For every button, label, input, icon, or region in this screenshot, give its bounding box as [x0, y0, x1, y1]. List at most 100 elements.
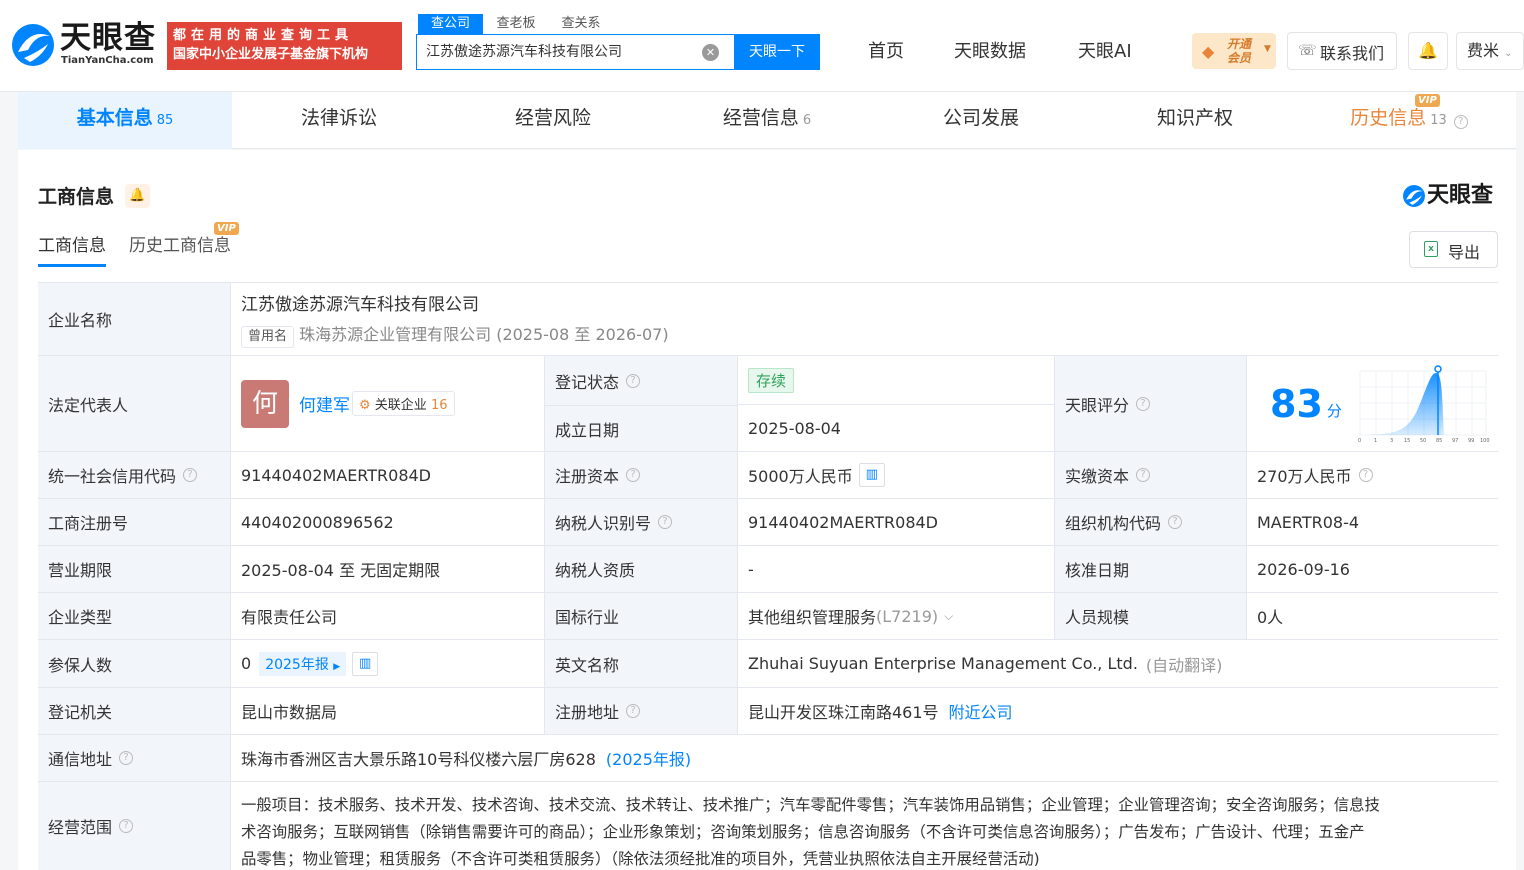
annual-report-link[interactable]: 2025年报 ▶	[259, 651, 347, 676]
search-button[interactable]: 天眼一下	[734, 34, 820, 70]
label-authority: 登记机关	[38, 688, 231, 734]
label-company-name: 企业名称	[38, 283, 231, 355]
bell-icon[interactable]: 🔔	[1408, 32, 1448, 70]
tab-risk[interactable]: 经营风险	[446, 92, 660, 149]
mail-address: 珠海市香洲区吉大景乐路10号科仪楼六层厂房628	[241, 750, 596, 769]
tab-basic-info[interactable]: 基本信息 85	[18, 92, 232, 149]
tianyancha-logo-icon	[1403, 185, 1425, 207]
nav-home[interactable]: 首页	[868, 38, 904, 66]
slogan-line-2: 国家中小企业发展子基金旗下机构	[173, 47, 369, 62]
label-found-date: 成立日期	[545, 405, 738, 452]
caret-down-icon: ▼	[1264, 44, 1271, 54]
company-type: 有限责任公司	[231, 593, 545, 639]
network-icon: ⚙	[359, 398, 371, 413]
auto-translate-note: (自动翻译)	[1145, 655, 1223, 675]
company-name: 江苏傲途苏源汽车科技有限公司	[241, 295, 479, 315]
svg-text:99: 99	[1468, 438, 1474, 443]
table-row: 企业名称 江苏傲途苏源汽车科技有限公司 曾用名 珠海苏源企业管理有限公司 (20…	[38, 282, 1498, 355]
table-row: 法定代表人 何 何建军 ⚙ 关联企业 16 登记状态? 存续 成立日期 2025…	[38, 355, 1498, 452]
label-term: 营业期限	[38, 546, 231, 592]
tab-history[interactable]: 历史信息 13?	[1302, 92, 1516, 149]
taxpayer-qual: -	[738, 546, 1055, 592]
chart-icon[interactable]: ▥	[858, 463, 885, 487]
table-row: 通信地址? 珠海市香洲区吉大景乐路10号科仪楼六层厂房628 (2025年报)	[38, 734, 1498, 781]
industry-dropdown[interactable]: 其他组织管理服务 (L7219) ⌵	[738, 593, 1055, 639]
label-approve-date: 核准日期	[1055, 546, 1247, 592]
logo-domain: TianYanCha.com	[61, 55, 154, 66]
contact-label: 联系我们	[1320, 44, 1385, 63]
table-row: 企业类型 有限责任公司 国标行业 其他组织管理服务 (L7219) ⌵ 人员规模 0…	[38, 592, 1498, 639]
logo-text[interactable]: 天眼查	[60, 20, 156, 56]
reg-no: 440402000896562	[231, 499, 545, 545]
insured-count: 0	[241, 654, 252, 673]
bell-icon[interactable]: 🔔	[125, 184, 150, 208]
label-org-code: 组织机构代码	[1065, 514, 1162, 533]
related-companies-badge[interactable]: ⚙ 关联企业 16	[352, 391, 455, 416]
label-type: 企业类型	[38, 593, 231, 639]
slogan-line-1: 都在用的商业查询工具	[173, 28, 354, 43]
tab-ip[interactable]: 知识产权	[1088, 92, 1302, 149]
clear-icon[interactable]: ✕	[702, 44, 719, 61]
org-code: MAERTR08-4	[1247, 499, 1498, 545]
vip-badge: VIP	[1415, 94, 1440, 107]
user-menu[interactable]: 费米 ⌄	[1456, 32, 1524, 70]
business-scope: 一般项目：技术服务、技术开发、技术咨询、技术交流、技术转让、技术推广；汽车零配件…	[231, 782, 1498, 870]
help-icon: ?	[1453, 115, 1468, 129]
search-tab-company[interactable]: 查公司	[418, 14, 483, 34]
svg-text:15: 15	[1404, 438, 1410, 443]
status-badge: 存续	[748, 367, 795, 393]
table-row: 营业期限 2025-08-04 至 无固定期限 纳税人资质 - 核准日期 202…	[38, 545, 1498, 592]
nav-data[interactable]: 天眼数据	[954, 38, 1026, 66]
former-name: 珠海苏源企业管理有限公司 (2025-08 至 2026-07)	[299, 325, 669, 344]
label-paid-capital: 实缴资本	[1065, 467, 1130, 486]
legal-rep-name[interactable]: 何建军	[299, 391, 350, 416]
help-icon: ?	[1136, 396, 1151, 411]
svg-text:97: 97	[1452, 438, 1458, 443]
score-curve	[1359, 372, 1444, 435]
credit-code[interactable]: 91440402MAERTR084D	[231, 452, 545, 498]
help-icon: ?	[1136, 468, 1151, 482]
help-icon: ?	[626, 373, 641, 388]
label-staff: 人员规模	[1055, 593, 1247, 639]
tab-legal[interactable]: 法律诉讼	[232, 92, 446, 149]
diamond-icon: ◆	[1202, 42, 1215, 61]
former-name-tag: 曾用名	[241, 326, 295, 348]
nav-ai[interactable]: 天眼AI	[1078, 38, 1132, 66]
label-scope: 经营范围	[48, 818, 113, 837]
term: 2025-08-04 至 无固定期限	[231, 546, 545, 592]
search-tab-relation[interactable]: 查关系	[552, 14, 610, 34]
score-ticks: 0 1 3 15 50 85 97 99 100	[1358, 438, 1490, 443]
help-icon: ?	[658, 515, 673, 529]
svg-text:3: 3	[1390, 438, 1393, 443]
subtab-history-business-info[interactable]: 历史工商信息	[129, 234, 231, 258]
staff-size: 0人	[1247, 593, 1498, 639]
search-tab-boss[interactable]: 查老板	[487, 14, 545, 34]
label-taxpayer-qual: 纳税人资质	[545, 546, 738, 592]
authority: 昆山市数据局	[231, 688, 545, 734]
subtab-business-info[interactable]: 工商信息	[38, 234, 106, 258]
help-icon: ?	[119, 751, 134, 765]
tab-operation[interactable]: 经营信息 6	[660, 92, 874, 149]
chevron-down-icon: ⌵	[944, 608, 954, 623]
svg-text:85: 85	[1436, 438, 1442, 443]
help-icon: ?	[626, 704, 641, 718]
help-icon: ?	[119, 819, 134, 833]
mail-addr-report-link[interactable]: (2025年报)	[606, 746, 691, 770]
label-reg-capital: 注册资本	[555, 467, 620, 486]
subtab-underline	[38, 264, 106, 267]
export-label: 导出	[1448, 243, 1481, 262]
label-industry: 国标行业	[545, 593, 738, 639]
phone-icon: ☏	[1298, 41, 1317, 59]
tianyancha-logo-icon[interactable]	[10, 22, 56, 68]
chart-icon[interactable]: ▥	[352, 651, 379, 676]
help-icon: ?	[626, 468, 641, 482]
label-reg-addr: 注册地址	[555, 703, 620, 722]
nearby-companies-link[interactable]: 附近公司	[949, 699, 1013, 723]
label-en-name: 英文名称	[545, 640, 738, 687]
svg-text:100: 100	[1480, 438, 1490, 443]
table-row: 登记机关 昆山市数据局 注册地址? 昆山开发区珠江南路461号 附近公司	[38, 687, 1498, 734]
search-input[interactable]	[426, 34, 696, 70]
tab-development[interactable]: 公司发展	[874, 92, 1088, 149]
svg-text:0: 0	[1358, 438, 1361, 443]
svg-text:50: 50	[1420, 438, 1426, 443]
